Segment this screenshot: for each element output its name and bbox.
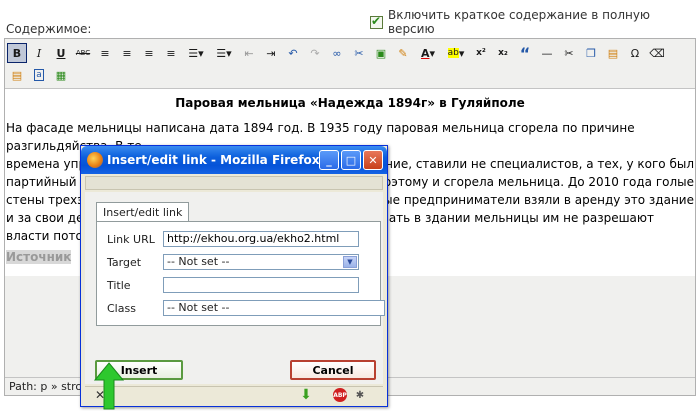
class-select-value: -- Not set -- bbox=[167, 301, 230, 314]
link-url-row: Link URL http://ekhou.org.ua/ekho2.html bbox=[107, 230, 359, 248]
adblock-icon[interactable]: ABP bbox=[333, 388, 347, 402]
align-center-icon[interactable]: ≡ bbox=[117, 43, 137, 63]
bullet-list-icon[interactable]: ☰▾ bbox=[183, 43, 209, 63]
dialog-body: Insert/edit link Link URL http://ekhou.o… bbox=[85, 192, 385, 384]
include-summary-label: Включить краткое содержание в полную вер… bbox=[387, 8, 651, 36]
paste-icon[interactable]: ▤ bbox=[603, 43, 623, 63]
numbered-list-icon[interactable]: ☰▾ bbox=[211, 43, 237, 63]
italic-icon[interactable]: I bbox=[29, 43, 49, 63]
bold-icon[interactable]: B bbox=[7, 43, 27, 63]
dialog-address-strip bbox=[85, 176, 383, 190]
link-url-input[interactable]: http://ekhou.org.ua/ekho2.html bbox=[163, 231, 359, 247]
document-title: Паровая мельница «Надежда 1894г» в Гуляй… bbox=[175, 96, 525, 110]
toolbar-row-1: B I U ABC ≡ ≡ ≡ ≡ ☰▾ ☰▾ ⇤ ⇥ ↶ ↷ ∞ ✂ ▣ ✎ … bbox=[7, 42, 667, 64]
title-label: Title bbox=[107, 278, 131, 292]
content-label: Содержимое: bbox=[6, 22, 92, 36]
link-form-panel: Link URL http://ekhou.org.ua/ekho2.html … bbox=[96, 221, 385, 326]
cleanup-icon[interactable]: ✎ bbox=[393, 43, 413, 63]
blockquote-icon[interactable]: “ bbox=[515, 43, 535, 63]
image-icon[interactable]: ▣ bbox=[371, 43, 391, 63]
class-label: Class bbox=[107, 301, 136, 315]
cut-icon[interactable]: ✂ bbox=[559, 43, 579, 63]
copy-icon[interactable]: ❐ bbox=[581, 43, 601, 63]
maximize-button[interactable]: □ bbox=[341, 150, 361, 170]
outdent-icon[interactable]: ⇤ bbox=[239, 43, 259, 63]
target-select-value: -- Not set -- bbox=[167, 255, 230, 268]
media-icon[interactable]: ▦ bbox=[51, 65, 71, 85]
align-right-icon[interactable]: ≡ bbox=[139, 43, 159, 63]
title-input[interactable] bbox=[163, 277, 359, 293]
class-select[interactable]: -- Not set -- bbox=[163, 300, 385, 316]
title-row: Title bbox=[107, 276, 359, 294]
superscript-icon[interactable]: x² bbox=[471, 43, 491, 63]
paste-text-icon[interactable]: a bbox=[29, 65, 49, 85]
dialog-window-title: Insert/edit link - Mozilla Firefox bbox=[107, 153, 320, 167]
include-summary-checkbox[interactable] bbox=[370, 14, 383, 29]
editor-toolbar: B I U ABC ≡ ≡ ≡ ≡ ☰▾ ☰▾ ⇤ ⇥ ↶ ↷ ∞ ✂ ▣ ✎ … bbox=[5, 39, 695, 89]
minimize-button[interactable]: _ bbox=[319, 150, 339, 170]
special-char-icon[interactable]: Ω bbox=[625, 43, 645, 63]
target-select[interactable]: -- Not set -- ▼ bbox=[163, 254, 359, 270]
background-color-icon[interactable]: ab ▾ bbox=[443, 43, 469, 63]
redo-icon[interactable]: ↷ bbox=[305, 43, 325, 63]
horizontal-rule-icon[interactable]: — bbox=[537, 43, 557, 63]
dialog-statusbar: ✕ ⬇ ABP ✱ bbox=[85, 386, 383, 404]
chevron-down-icon[interactable]: ▼ bbox=[343, 256, 357, 268]
paste-word-icon[interactable]: ▤ bbox=[7, 65, 27, 85]
align-justify-icon[interactable]: ≡ bbox=[161, 43, 181, 63]
text-color-icon[interactable]: A ▾ bbox=[415, 43, 441, 63]
include-summary-row[interactable]: Включить краткое содержание в полную вер… bbox=[370, 8, 700, 36]
align-left-icon[interactable]: ≡ bbox=[95, 43, 115, 63]
toolbar-row-2: ▤ a ▦ bbox=[7, 64, 71, 86]
target-label: Target bbox=[107, 255, 142, 269]
download-icon[interactable]: ⬇ bbox=[299, 387, 313, 403]
unlink-icon[interactable]: ✂ bbox=[349, 43, 369, 63]
bug-icon[interactable]: ✱ bbox=[353, 388, 367, 402]
link-icon[interactable]: ∞ bbox=[327, 43, 347, 63]
arrow-up-icon bbox=[94, 362, 124, 410]
subscript-icon[interactable]: x₂ bbox=[493, 43, 513, 63]
close-button[interactable]: ✕ bbox=[363, 150, 383, 170]
target-row: Target -- Not set -- ▼ bbox=[107, 253, 359, 271]
insert-link-dialog: Insert/edit link - Mozilla Firefox _ □ ✕… bbox=[80, 145, 388, 407]
strikethrough-icon[interactable]: ABC bbox=[73, 43, 93, 63]
tab-insert-edit-link[interactable]: Insert/edit link bbox=[96, 202, 190, 222]
link-url-label: Link URL bbox=[107, 232, 155, 246]
class-row: Class -- Not set -- bbox=[107, 299, 385, 317]
remove-format-icon[interactable]: ⌫ bbox=[647, 43, 667, 63]
firefox-icon bbox=[87, 152, 103, 168]
dialog-titlebar[interactable]: Insert/edit link - Mozilla Firefox _ □ ✕ bbox=[81, 146, 387, 174]
underline-icon[interactable]: U bbox=[51, 43, 71, 63]
source-label: Источник bbox=[6, 250, 72, 264]
indent-icon[interactable]: ⇥ bbox=[261, 43, 281, 63]
cancel-button[interactable]: Cancel bbox=[290, 360, 376, 380]
undo-icon[interactable]: ↶ bbox=[283, 43, 303, 63]
